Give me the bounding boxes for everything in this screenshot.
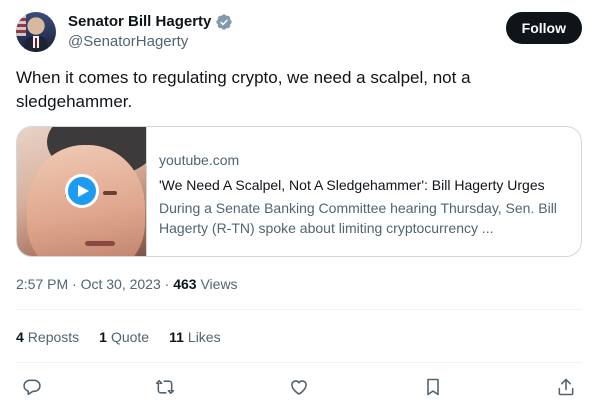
author-display-name[interactable]: Senator Bill Hagerty (68, 12, 211, 32)
meta-separator: · (72, 276, 77, 292)
reposts-label: Reposts (27, 329, 80, 345)
link-card[interactable]: youtube.com 'We Need A Scalpel, Not A Sl… (16, 126, 582, 257)
tweet-time[interactable]: 2:57 PM (16, 276, 68, 292)
action-bar (16, 373, 582, 401)
reply-icon[interactable] (20, 375, 44, 399)
likes-label: Likes (187, 329, 221, 345)
tweet-date[interactable]: Oct 30, 2023 (81, 276, 161, 292)
meta-separator: · (164, 276, 170, 292)
share-icon[interactable] (554, 375, 578, 399)
author-handle[interactable]: @SenatorHagerty (68, 32, 233, 52)
reposts-count: 4 (16, 329, 24, 345)
repost-icon[interactable] (153, 375, 177, 399)
quotes-stat[interactable]: 1 Quote (99, 328, 149, 346)
card-thumbnail[interactable] (17, 127, 147, 256)
reposts-stat[interactable]: 4 Reposts (16, 328, 79, 346)
like-icon[interactable] (287, 375, 311, 399)
quotes-count: 1 (99, 329, 107, 345)
tweet-header: Senator Bill Hagerty @SenatorHagerty Fol… (16, 12, 582, 52)
views-count: 463 (173, 276, 197, 292)
engagement-stats: 4 Reposts 1 Quote 11 Likes (16, 328, 221, 346)
card-domain: youtube.com (159, 152, 240, 168)
avatar[interactable] (16, 12, 56, 52)
author-info: Senator Bill Hagerty @SenatorHagerty (68, 12, 233, 52)
verified-badge-icon[interactable] (215, 13, 233, 31)
tweet-text: When it comes to regulating crypto, we n… (16, 68, 471, 111)
author-name-row[interactable]: Senator Bill Hagerty (68, 12, 233, 32)
quotes-label: Quote (110, 329, 150, 345)
likes-count: 11 (169, 329, 184, 345)
divider (16, 362, 582, 363)
divider (16, 309, 582, 310)
card-title[interactable]: 'We Need A Scalpel, Not A Sledgehammer':… (159, 175, 569, 196)
tweet-meta: 2:57 PM · Oct 30, 2023 · 463 Views (16, 275, 238, 293)
follow-button[interactable]: Follow (505, 12, 582, 44)
card-description: During a Senate Banking Committee hearin… (159, 200, 557, 236)
views-label: Views (200, 276, 238, 292)
bookmark-icon[interactable] (421, 375, 445, 399)
card-body[interactable]: youtube.com 'We Need A Scalpel, Not A Sl… (147, 127, 581, 256)
likes-stat[interactable]: 11 Likes (169, 328, 221, 346)
play-icon[interactable] (65, 174, 99, 208)
